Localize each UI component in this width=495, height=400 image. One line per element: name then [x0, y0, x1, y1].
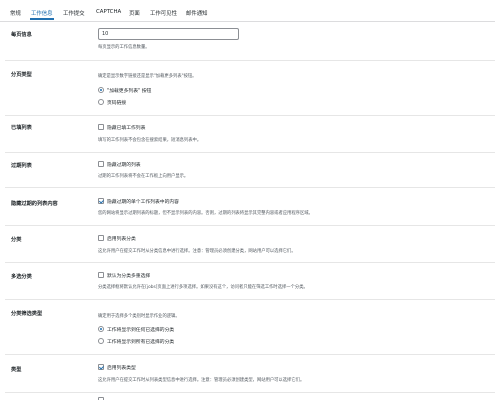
enable-types-checkbox-label: 启用列表类型: [107, 366, 136, 371]
category-filter-type-description: 确定用于选择多个类别时显示作业的逻辑。: [98, 314, 180, 319]
divider: [5, 115, 495, 116]
multi-select-categories-checkbox[interactable]: [98, 272, 104, 278]
multi-select-categories-description: 分类选择框将默认允许在[jobs]页面上进行多项选择。如果没有这个，访问者只能在…: [98, 285, 308, 290]
divider: [5, 354, 495, 355]
divider: [5, 262, 495, 263]
expired-listings-label: 过期列表: [11, 163, 32, 169]
types-label: 类型: [11, 367, 22, 373]
expired-content-label: 隐藏过期的列表内容: [11, 201, 58, 207]
divider: [5, 225, 495, 226]
types-description: 这允许用户在提交工作时从列表类型信息中进行选择。注意：管理员必须创建类型，网站用…: [98, 378, 305, 383]
multi-select-categories-label: 多选分类: [11, 274, 32, 280]
divider: [5, 60, 495, 61]
tab-captcha[interactable]: CAPTCHA: [96, 9, 121, 15]
tab-job-submission[interactable]: 工作提交: [63, 9, 85, 17]
divider: [5, 187, 495, 188]
tab-job-listings[interactable]: 工作信息: [30, 9, 54, 20]
hide-expired-checkbox[interactable]: [98, 161, 104, 167]
pagination-type-description: 确定是显示数字链接还是显示"加载更多列表"按钮。: [98, 74, 197, 79]
hide-filled-checkbox[interactable]: [98, 124, 104, 130]
per-page-description: 每页显示的工作信息数量。: [98, 45, 150, 50]
divider: [5, 392, 495, 393]
filter-any-category-label: 工作将显示到任何已选择的分类: [107, 328, 175, 333]
settings-tabs: 常规 工作信息 工作提交 CAPTCHA 页面 工作可见性 邮件通知: [0, 0, 495, 22]
filter-all-categories-radio[interactable]: [98, 338, 104, 344]
pagination-load-more-radio[interactable]: [98, 87, 104, 93]
tab-pages[interactable]: 页面: [129, 9, 140, 17]
expired-listings-description: 过期的工作列表将不会在工作板上向用户显示。: [98, 174, 189, 179]
pagination-load-more-label: "加载更多列表" 按钮: [107, 89, 152, 94]
filter-all-categories-label: 工作将显示到所有已选择的分类: [107, 340, 175, 345]
per-page-input[interactable]: 10: [98, 28, 239, 40]
divider: [5, 299, 495, 300]
hide-filled-checkbox-label: 隐藏已填工作列表: [107, 126, 146, 131]
expired-content-description: 您的网站将显示过期列表的标题，但不显示列表的内容。否则，过期的列表将显示其完整内…: [98, 211, 313, 216]
tab-job-visibility[interactable]: 工作可见性: [150, 9, 177, 17]
divider: [5, 152, 495, 153]
enable-categories-checkbox[interactable]: [98, 235, 104, 241]
categories-label: 分类: [11, 237, 22, 243]
hide-expired-content-checkbox-label: 隐藏过期的单个工作列表中的内容: [107, 200, 179, 205]
pagination-page-numbers-label: 页码链接: [107, 101, 127, 106]
pagination-page-numbers-radio[interactable]: [98, 99, 104, 105]
hide-expired-checkbox-label: 隐藏过期的列表: [107, 163, 141, 168]
multi-select-categories-checkbox-label: 默认为分类多重选择: [107, 274, 151, 279]
tab-general[interactable]: 常规: [10, 9, 21, 17]
hide-expired-content-checkbox[interactable]: [98, 198, 104, 204]
categories-description: 这允许用户在提交工作时从分类信息中进行选择。注意：管理员必须创建分类，网站用户可…: [98, 249, 296, 254]
pagination-type-label: 分页类型: [11, 72, 32, 78]
per-page-label: 每页信息: [11, 32, 32, 38]
tab-email-notifications[interactable]: 邮件通知: [186, 9, 208, 17]
enable-types-checkbox[interactable]: [98, 364, 104, 370]
filter-any-category-radio[interactable]: [98, 326, 104, 332]
filled-listings-description: 填写的工作列表不会包含在搜索结果，短消息列表中。: [98, 138, 202, 143]
filled-listings-label: 已填列表: [11, 125, 32, 131]
enable-categories-checkbox-label: 启用列表分类: [107, 237, 136, 242]
category-filter-type-label: 分类筛选类型: [11, 311, 43, 317]
